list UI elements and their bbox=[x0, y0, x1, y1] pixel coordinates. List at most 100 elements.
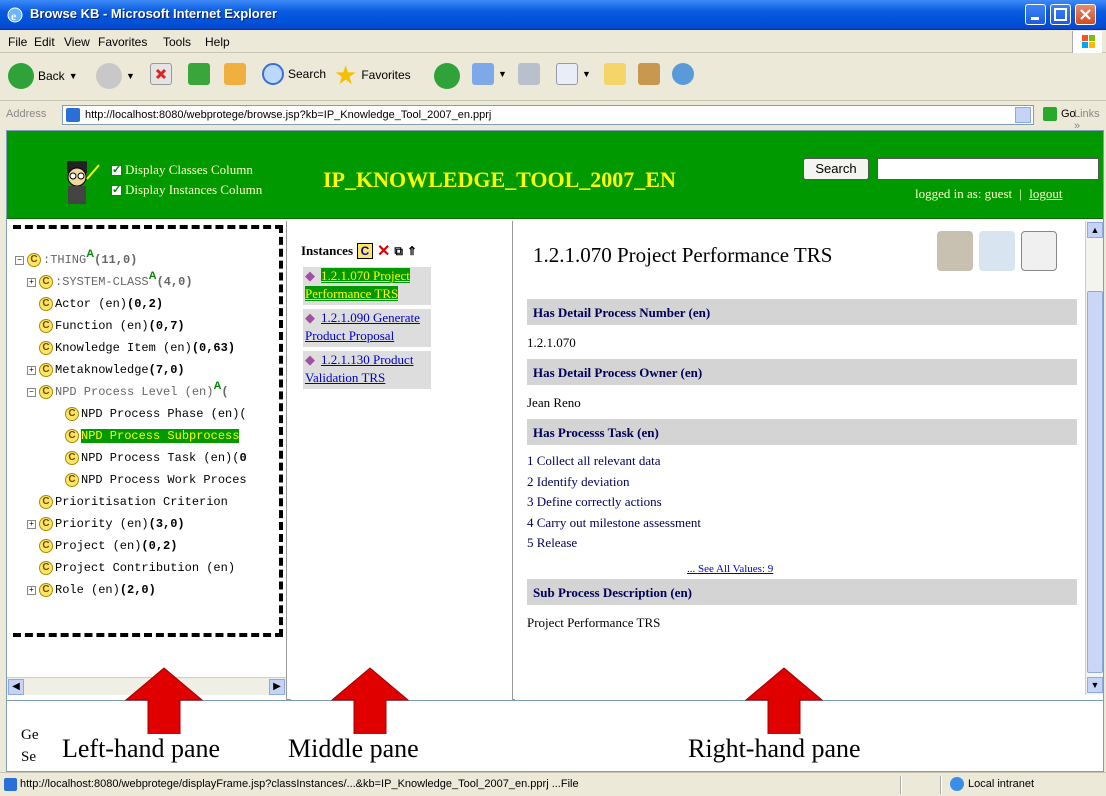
class-icon: C bbox=[39, 385, 53, 399]
links-button[interactable]: Links » bbox=[1074, 108, 1106, 132]
menu-tools[interactable]: Tools bbox=[163, 35, 191, 49]
checkbox-checked-icon bbox=[111, 163, 122, 176]
delete-instance-icon[interactable]: ✕ bbox=[377, 241, 390, 261]
mail-button[interactable]: ▼ bbox=[472, 63, 507, 85]
table-icon[interactable] bbox=[979, 231, 1015, 271]
stop-button[interactable] bbox=[150, 63, 172, 85]
tree-node-count: (11,0) bbox=[94, 253, 138, 267]
task-item[interactable]: 1 Collect all relevant data bbox=[527, 451, 701, 472]
menu-view[interactable]: View bbox=[64, 35, 90, 49]
maximize-button[interactable] bbox=[1050, 4, 1071, 25]
instance-link[interactable]: 1.2.1.090 Generate bbox=[321, 310, 420, 325]
instance-link[interactable]: Validation TRS bbox=[305, 370, 385, 385]
display-instances-checkbox[interactable]: Display Instances Column bbox=[111, 182, 262, 198]
scroll-down-icon[interactable]: ▼ bbox=[1087, 677, 1103, 693]
print-button[interactable] bbox=[518, 63, 540, 85]
cut-text: Ge bbox=[21, 727, 39, 743]
see-all-values-link[interactable]: ... See All Values: 9 bbox=[687, 563, 773, 575]
address-input[interactable]: http://localhost:8080/webprotege/browse.… bbox=[62, 105, 1034, 125]
reference-icon[interactable]: ⇑ bbox=[407, 244, 417, 259]
document-icon[interactable] bbox=[1021, 231, 1057, 271]
back-button[interactable]: Back ▼ bbox=[8, 63, 78, 89]
folder-button[interactable] bbox=[604, 63, 626, 85]
slot-value: 1.2.1.070 bbox=[527, 335, 576, 350]
right-vertical-scrollbar[interactable]: ▲ ▼ bbox=[1085, 221, 1103, 695]
tree-node-npd-process-subprocess[interactable]: C NPD Process Subprocess bbox=[65, 429, 240, 443]
address-url: http://localhost:8080/webprotege/browse.… bbox=[85, 109, 492, 121]
tree-node-npd-process-level[interactable]: − C NPD Process Level (en) A( bbox=[27, 380, 229, 399]
tree-node-prioritisation-criterion[interactable]: C Prioritisation Criterion bbox=[39, 495, 228, 509]
status-text: http://localhost:8080/webprotege/display… bbox=[20, 778, 579, 790]
display-classes-checkbox[interactable]: Display Classes Column bbox=[111, 162, 253, 178]
menu-favorites[interactable]: Favorites bbox=[98, 35, 147, 49]
class-icon: C bbox=[65, 429, 79, 443]
person-icon[interactable] bbox=[937, 231, 973, 271]
task-item[interactable]: 2 Identify deviation bbox=[527, 472, 701, 493]
class-icon: C bbox=[39, 363, 53, 377]
kb-search-input[interactable] bbox=[877, 158, 1099, 180]
scroll-right-icon[interactable]: ▶ bbox=[269, 679, 285, 695]
login-separator: | bbox=[1019, 186, 1022, 201]
tree-node-function[interactable]: C Function (en) (0,7) bbox=[39, 319, 185, 333]
scroll-thumb[interactable] bbox=[1087, 291, 1103, 673]
research-button[interactable] bbox=[638, 63, 660, 85]
kb-search-button[interactable]: Search bbox=[803, 158, 869, 180]
mail-icon bbox=[472, 63, 494, 85]
minimize-button[interactable] bbox=[1025, 4, 1046, 25]
tree-node-project-contribution[interactable]: C Project Contribution (en) bbox=[39, 561, 235, 575]
instance-link[interactable]: Product Proposal bbox=[305, 328, 394, 343]
abstract-badge: A bbox=[86, 248, 95, 260]
title-bar: e Browse KB - Microsoft Internet Explore… bbox=[0, 0, 1106, 30]
class-icon: C bbox=[65, 473, 79, 487]
tree-node-system-class[interactable]: + C:SYSTEM-CLASS A (4,0) bbox=[27, 270, 193, 289]
tree-node-npd-process-task[interactable]: C NPD Process Task (en)(0 bbox=[65, 451, 247, 465]
page-icon bbox=[4, 778, 17, 791]
tree-node-npd-process-work[interactable]: C NPD Process Work Proces bbox=[65, 473, 247, 487]
tree-node-label: NPD Process Task (en)( bbox=[81, 451, 240, 465]
svg-text:e: e bbox=[11, 9, 17, 23]
go-button[interactable]: Go bbox=[1043, 107, 1076, 121]
menu-file[interactable]: File bbox=[8, 35, 27, 49]
favorites-button[interactable]: ★ Favorites bbox=[334, 62, 411, 88]
task-item[interactable]: 5 Release bbox=[527, 533, 701, 554]
home-button[interactable] bbox=[224, 63, 246, 85]
scroll-left-icon[interactable]: ◀ bbox=[8, 679, 24, 695]
tree-node-project[interactable]: C Project (en) (0,2) bbox=[39, 539, 177, 553]
tree-node-priority[interactable]: + C Priority (en) (3,0) bbox=[27, 517, 185, 531]
tree-node-label: NPD Process Phase (en)( bbox=[81, 407, 247, 421]
refresh-button[interactable] bbox=[188, 63, 210, 85]
edit-button[interactable]: ▼ bbox=[556, 63, 591, 85]
menu-help[interactable]: Help bbox=[205, 35, 230, 49]
tree-node-thing[interactable]: − C:THING A (11,0) bbox=[15, 248, 138, 267]
history-button[interactable] bbox=[434, 63, 460, 89]
instance-item[interactable]: ◆ 1.2.1.090 Generate Product Proposal bbox=[303, 309, 431, 347]
tree-node-knowledge-item[interactable]: C Knowledge Item (en) (0,63) bbox=[39, 341, 235, 355]
search-button[interactable]: Search bbox=[262, 63, 326, 85]
messenger-button[interactable] bbox=[672, 63, 694, 85]
browser-window: e Browse KB - Microsoft Internet Explore… bbox=[0, 0, 1106, 796]
menu-edit[interactable]: Edit bbox=[34, 35, 55, 49]
copy-instance-icon[interactable]: ⧉ bbox=[394, 244, 403, 259]
tree-node-actor[interactable]: C Actor (en) (0,2) bbox=[39, 297, 163, 311]
instance-item[interactable]: ◆ 1.2.1.130 Product Validation TRS bbox=[303, 351, 431, 389]
security-zone: Local intranet bbox=[950, 777, 1034, 791]
instance-link[interactable]: Performance TRS bbox=[305, 286, 399, 301]
instance-link[interactable]: 1.2.1.130 Product bbox=[321, 352, 413, 367]
task-item[interactable]: 3 Define correctly actions bbox=[527, 492, 701, 513]
tree-node-npd-process-phase[interactable]: C NPD Process Phase (en)( bbox=[65, 407, 247, 421]
logout-link[interactable]: logout bbox=[1029, 186, 1062, 201]
instance-link[interactable]: 1.2.1.070 Project bbox=[321, 268, 410, 283]
address-dropdown-icon[interactable] bbox=[1015, 107, 1031, 123]
task-item[interactable]: 4 Carry out milestone assessment bbox=[527, 513, 701, 534]
scroll-up-icon[interactable]: ▲ bbox=[1087, 222, 1103, 238]
instance-diamond-icon: ◆ bbox=[305, 310, 315, 325]
kb-name: IP_KNOWLEDGE_TOOL_2007_EN bbox=[323, 167, 676, 192]
tree-node-metaknowledge[interactable]: + C Metaknowledge (7,0) bbox=[27, 363, 185, 377]
tree-node-count: (0,7) bbox=[148, 319, 185, 333]
tree-node-role[interactable]: + C Role (en) (2,0) bbox=[27, 583, 156, 597]
forward-button[interactable]: ▼ bbox=[96, 63, 135, 89]
create-instance-icon[interactable]: C bbox=[357, 243, 374, 259]
display-classes-label: Display Classes Column bbox=[125, 162, 253, 177]
close-button[interactable] bbox=[1075, 4, 1096, 25]
instance-item[interactable]: ◆ 1.2.1.070 Project Performance TRS bbox=[303, 267, 431, 305]
